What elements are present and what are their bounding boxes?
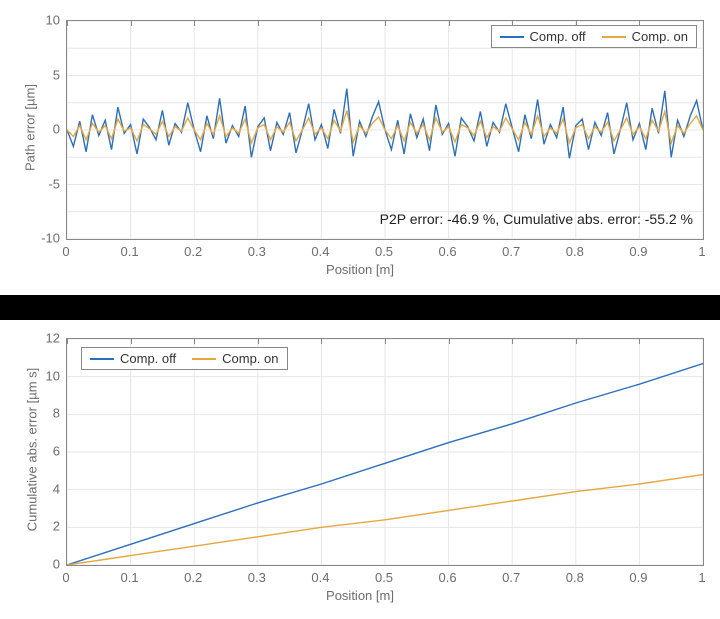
bottom-x-axis-label: Position [m] <box>0 588 720 603</box>
x-tick-label: 0.5 <box>375 244 393 259</box>
legend-label-on: Comp. on <box>632 29 688 44</box>
top-plot-area: Comp. off Comp. on P2P error: -46.9 %, C… <box>66 20 704 240</box>
y-tick-label: 0 <box>0 557 60 572</box>
y-tick-label: 0 <box>0 122 60 137</box>
top-legend: Comp. off Comp. on <box>491 25 698 48</box>
x-tick-label: 1 <box>698 570 705 585</box>
bottom-x-ticks: 00.10.20.30.40.50.60.70.80.91 <box>66 566 704 586</box>
legend-label-off: Comp. off <box>120 351 176 366</box>
legend-item-on: Comp. on <box>192 351 278 366</box>
top-annotation-text: P2P error: -46.9 %, Cumulative abs. erro… <box>380 211 693 227</box>
top-y-ticks: -10-50510 <box>0 20 66 240</box>
x-tick-label: 0.9 <box>629 244 647 259</box>
x-tick-label: 0.5 <box>375 570 393 585</box>
x-tick-label: 0.4 <box>311 244 329 259</box>
x-tick-label: 0.2 <box>184 244 202 259</box>
x-tick-label: 0.7 <box>502 570 520 585</box>
x-tick-label: 0.1 <box>121 570 139 585</box>
y-tick-label: 10 <box>0 13 60 28</box>
legend-label-off: Comp. off <box>530 29 586 44</box>
bottom-y-ticks: 024681012 <box>0 338 66 566</box>
y-tick-label: 4 <box>0 481 60 496</box>
legend-label-on: Comp. on <box>222 351 278 366</box>
x-tick-label: 0.4 <box>311 570 329 585</box>
bottom-legend: Comp. off Comp. on <box>81 347 288 370</box>
y-tick-label: 10 <box>0 368 60 383</box>
y-tick-label: 5 <box>0 67 60 82</box>
legend-swatch-off <box>500 36 524 38</box>
top-plot-svg <box>67 21 703 239</box>
legend-item-on: Comp. on <box>602 29 688 44</box>
x-tick-label: 0.6 <box>439 570 457 585</box>
x-tick-label: 0.6 <box>439 244 457 259</box>
x-tick-label: 0.2 <box>184 570 202 585</box>
legend-swatch-off <box>90 358 114 360</box>
x-tick-label: 0.7 <box>502 244 520 259</box>
bottom-plot-area: Comp. off Comp. on <box>66 338 704 566</box>
x-tick-label: 0.3 <box>248 244 266 259</box>
legend-item-off: Comp. off <box>90 351 176 366</box>
x-tick-label: 0 <box>62 570 69 585</box>
y-tick-label: 6 <box>0 444 60 459</box>
x-tick-label: 0.1 <box>121 244 139 259</box>
legend-swatch-on <box>602 36 626 38</box>
top-x-ticks: 00.10.20.30.40.50.60.70.80.91 <box>66 240 704 260</box>
y-tick-label: -5 <box>0 176 60 191</box>
x-tick-label: 0.8 <box>566 244 584 259</box>
legend-item-off: Comp. off <box>500 29 586 44</box>
top-x-axis-label: Position [m] <box>0 262 720 277</box>
bottom-plot-panel: Cumulative abs. error [µm s] Comp. off C… <box>0 320 720 619</box>
x-tick-label: 0.9 <box>629 570 647 585</box>
legend-swatch-on <box>192 358 216 360</box>
x-tick-label: 1 <box>698 244 705 259</box>
bottom-plot-svg <box>67 339 703 565</box>
page: Path error [µm] Comp. off Comp. on P2P e… <box>0 0 720 619</box>
y-tick-label: 8 <box>0 406 60 421</box>
x-tick-label: 0.8 <box>566 570 584 585</box>
x-tick-label: 0.3 <box>248 570 266 585</box>
x-tick-label: 0 <box>62 244 69 259</box>
y-tick-label: 2 <box>0 519 60 534</box>
y-tick-label: -10 <box>0 231 60 246</box>
y-tick-label: 12 <box>0 331 60 346</box>
top-plot-panel: Path error [µm] Comp. off Comp. on P2P e… <box>0 0 720 295</box>
